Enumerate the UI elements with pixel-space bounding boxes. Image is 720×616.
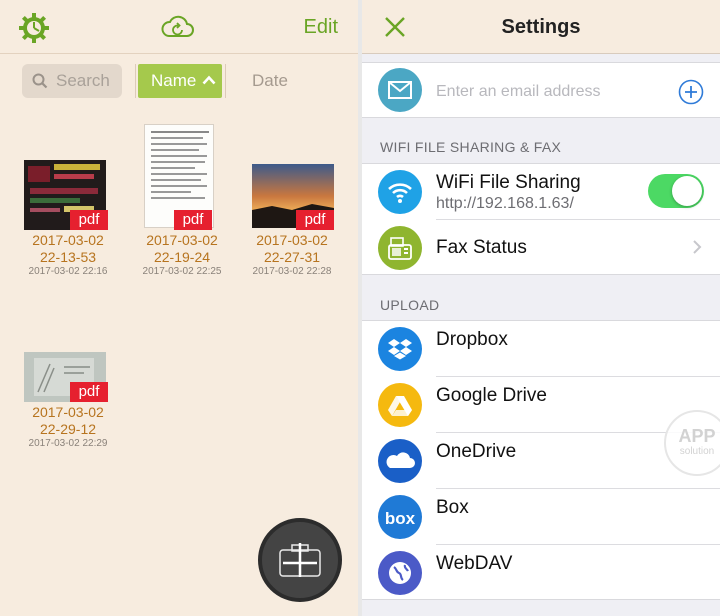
- cloud-sync-icon[interactable]: [160, 12, 196, 42]
- wifi-url: http://192.168.1.63/: [436, 195, 574, 212]
- upload-box-row[interactable]: box Box: [362, 489, 720, 545]
- file-date: 2017-03-02 22:29: [28, 438, 108, 449]
- email-group: [362, 62, 720, 118]
- file-name-line: 22-13-53: [39, 249, 97, 265]
- add-email-icon[interactable]: [678, 79, 704, 105]
- document-browser-panel: Edit Search Name Date pdf 2017-03-02 22-…: [0, 0, 358, 616]
- sort-by-date-button[interactable]: Date: [252, 71, 288, 91]
- upload-label: OneDrive: [436, 441, 517, 462]
- pdf-badge: pdf: [174, 210, 212, 230]
- toggle-knob: [672, 176, 702, 206]
- mail-icon: [378, 68, 422, 112]
- file-name-line: 2017-03-02: [32, 232, 104, 248]
- upload-label: WebDAV: [436, 553, 513, 574]
- file-name: 2017-03-02 22-19-24: [130, 232, 234, 266]
- email-field[interactable]: [436, 81, 666, 103]
- file-name-line: 22-19-24: [153, 249, 211, 265]
- section-header-wifi: WIFI FILE SHARING & FAX: [380, 139, 562, 155]
- section-header-upload: UPLOAD: [380, 297, 440, 313]
- edit-button[interactable]: Edit: [304, 16, 338, 39]
- onedrive-icon: [378, 439, 422, 483]
- sort-name-label: Name: [151, 71, 197, 90]
- browser-header: Edit: [0, 0, 358, 54]
- wifi-sharing-label: WiFi File Sharing: [436, 172, 581, 193]
- watermark-subtext: solution: [679, 446, 715, 457]
- upload-webdav-row[interactable]: WebDAV: [362, 545, 720, 601]
- dropbox-icon: [378, 327, 422, 371]
- file-date: 2017-03-02 22:28: [252, 266, 332, 277]
- settings-header: Settings: [362, 0, 720, 54]
- wifi-fax-group: WiFi File Sharing http://192.168.1.63/ F…: [362, 163, 720, 275]
- sort-control: Name Date: [132, 62, 346, 100]
- file-date: 2017-03-02 22:25: [142, 266, 222, 277]
- file-name-line: 2017-03-02: [32, 404, 104, 420]
- upload-label: Dropbox: [436, 329, 508, 350]
- sort-by-name-button[interactable]: Name: [138, 64, 222, 98]
- camera-plus-icon: [279, 543, 321, 577]
- upload-label: Google Drive: [436, 385, 547, 406]
- file-name-line: 22-29-12: [39, 421, 97, 437]
- search-placeholder: Search: [56, 71, 110, 90]
- add-scan-button[interactable]: [258, 518, 342, 602]
- pdf-badge: pdf: [296, 210, 334, 230]
- upload-google-drive-row[interactable]: Google Drive: [362, 377, 720, 433]
- gear-icon[interactable]: [18, 12, 50, 44]
- upload-label: Box: [436, 497, 469, 518]
- file-name: 2017-03-02 22-27-31: [240, 232, 344, 266]
- chevron-up-icon: [202, 75, 216, 85]
- file-date: 2017-03-02 22:16: [28, 266, 108, 277]
- file-name-line: 22-27-31: [263, 249, 321, 265]
- page-title: Settings: [501, 16, 581, 38]
- file-name-line: 2017-03-02: [146, 232, 218, 248]
- search-field[interactable]: Search: [22, 64, 122, 98]
- pdf-badge: pdf: [70, 210, 108, 230]
- box-icon: box: [378, 495, 422, 539]
- file-name-line: 2017-03-02: [256, 232, 328, 248]
- wifi-sharing-toggle[interactable]: [648, 174, 704, 208]
- settings-panel: Settings WIFI FILE SHARING & FAX: [362, 0, 720, 616]
- svg-text:box: box: [385, 509, 416, 528]
- wifi-icon: [378, 170, 422, 214]
- fax-status-label: Fax Status: [436, 237, 527, 258]
- upload-group: Dropbox Google Drive OneDrive box Box We…: [362, 320, 720, 600]
- upload-dropbox-row[interactable]: Dropbox: [362, 321, 720, 377]
- pdf-badge: pdf: [70, 382, 108, 402]
- file-name: 2017-03-02 22-29-12: [16, 404, 120, 438]
- watermark-text: APP: [678, 426, 716, 446]
- google-drive-icon: [378, 383, 422, 427]
- wifi-sharing-row[interactable]: WiFi File Sharing http://192.168.1.63/: [362, 164, 720, 220]
- file-name: 2017-03-02 22-13-53: [16, 232, 120, 266]
- fax-icon: [378, 226, 422, 270]
- chevron-right-icon: [693, 240, 702, 254]
- fax-status-row[interactable]: Fax Status: [362, 220, 720, 276]
- sort-divider: [225, 64, 226, 98]
- globe-icon: [378, 551, 422, 595]
- sort-divider: [135, 64, 136, 98]
- search-icon: [32, 73, 48, 89]
